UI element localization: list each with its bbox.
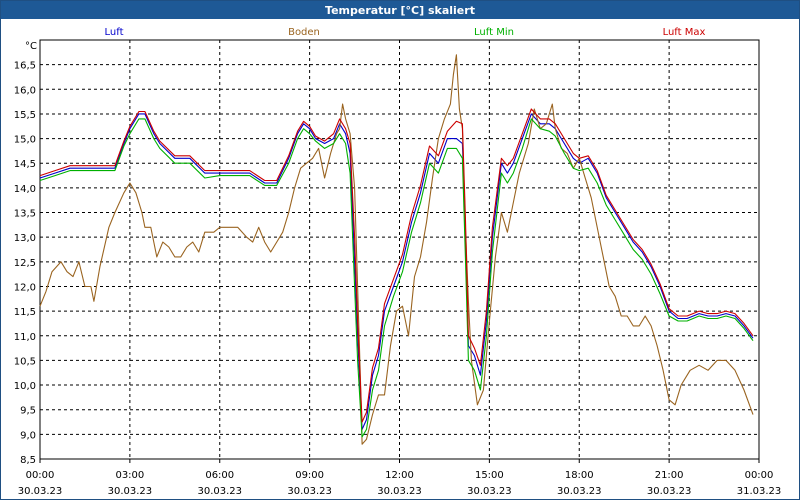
x-tick-time: 03:00 bbox=[115, 470, 144, 481]
y-tick-label: 13,0 bbox=[14, 233, 36, 244]
y-tick-label: 10,0 bbox=[14, 381, 36, 392]
y-tick-label: 16,5 bbox=[14, 61, 36, 72]
y-tick-label: 9,5 bbox=[20, 406, 36, 417]
y-tick-label: 15,0 bbox=[14, 135, 36, 146]
x-tick-time: 09:00 bbox=[295, 470, 324, 481]
x-tick-date: 30.03.23 bbox=[18, 486, 63, 497]
chart-window: Temperatur [°C] skaliert 8,5 9,0 9,5 10,0 10… bbox=[0, 0, 800, 500]
chart-canvas: 8,5 9,0 9,5 10,0 10,5 11,0 11,5 12,0 12,5 13,0 13,… bbox=[14, 27, 782, 497]
y-tick-label: 14,5 bbox=[14, 159, 36, 170]
x-tick-time: 15:00 bbox=[475, 470, 504, 481]
x-tick-date: 30.03.23 bbox=[197, 486, 242, 497]
x-tick-time: 12:00 bbox=[385, 470, 414, 481]
x-tick-date: 30.03.23 bbox=[377, 486, 422, 497]
x-tick-time: 00:00 bbox=[745, 470, 774, 481]
x-tick-time: 06:00 bbox=[205, 470, 234, 481]
y-tick-label: 11,0 bbox=[14, 332, 36, 343]
x-tick-date: 31.03.23 bbox=[737, 486, 782, 497]
x-tick-date: 30.03.23 bbox=[287, 486, 332, 497]
legend-entry: Boden bbox=[288, 27, 320, 38]
y-tick-label: 12,5 bbox=[14, 258, 36, 269]
y-tick-label: 9,0 bbox=[20, 430, 36, 441]
y-tick-label: 14,0 bbox=[14, 184, 36, 195]
x-tick-date: 30.03.23 bbox=[557, 486, 602, 497]
x-tick-time: 21:00 bbox=[655, 470, 684, 481]
y-axis-unit: °C bbox=[25, 41, 37, 52]
x-tick-time: 18:00 bbox=[565, 470, 594, 481]
y-tick-label: 11,5 bbox=[14, 307, 36, 318]
legend-entry: Luft Min bbox=[474, 27, 514, 38]
x-tick-date: 30.03.23 bbox=[108, 486, 153, 497]
x-tick-date: 30.03.23 bbox=[647, 486, 692, 497]
y-tick-label: 10,5 bbox=[14, 356, 36, 367]
legend-entry: Luft Max bbox=[663, 27, 706, 38]
y-tick-label: 13,5 bbox=[14, 209, 36, 220]
y-tick-label: 15,5 bbox=[14, 110, 36, 121]
x-tick-date: 30.03.23 bbox=[467, 486, 512, 497]
legend-entry: Luft bbox=[105, 27, 124, 38]
y-tick-label: 16,0 bbox=[14, 85, 36, 96]
y-tick-label: 8,5 bbox=[20, 455, 36, 466]
y-tick-label: 12,0 bbox=[14, 282, 36, 293]
x-tick-time: 00:00 bbox=[26, 470, 55, 481]
